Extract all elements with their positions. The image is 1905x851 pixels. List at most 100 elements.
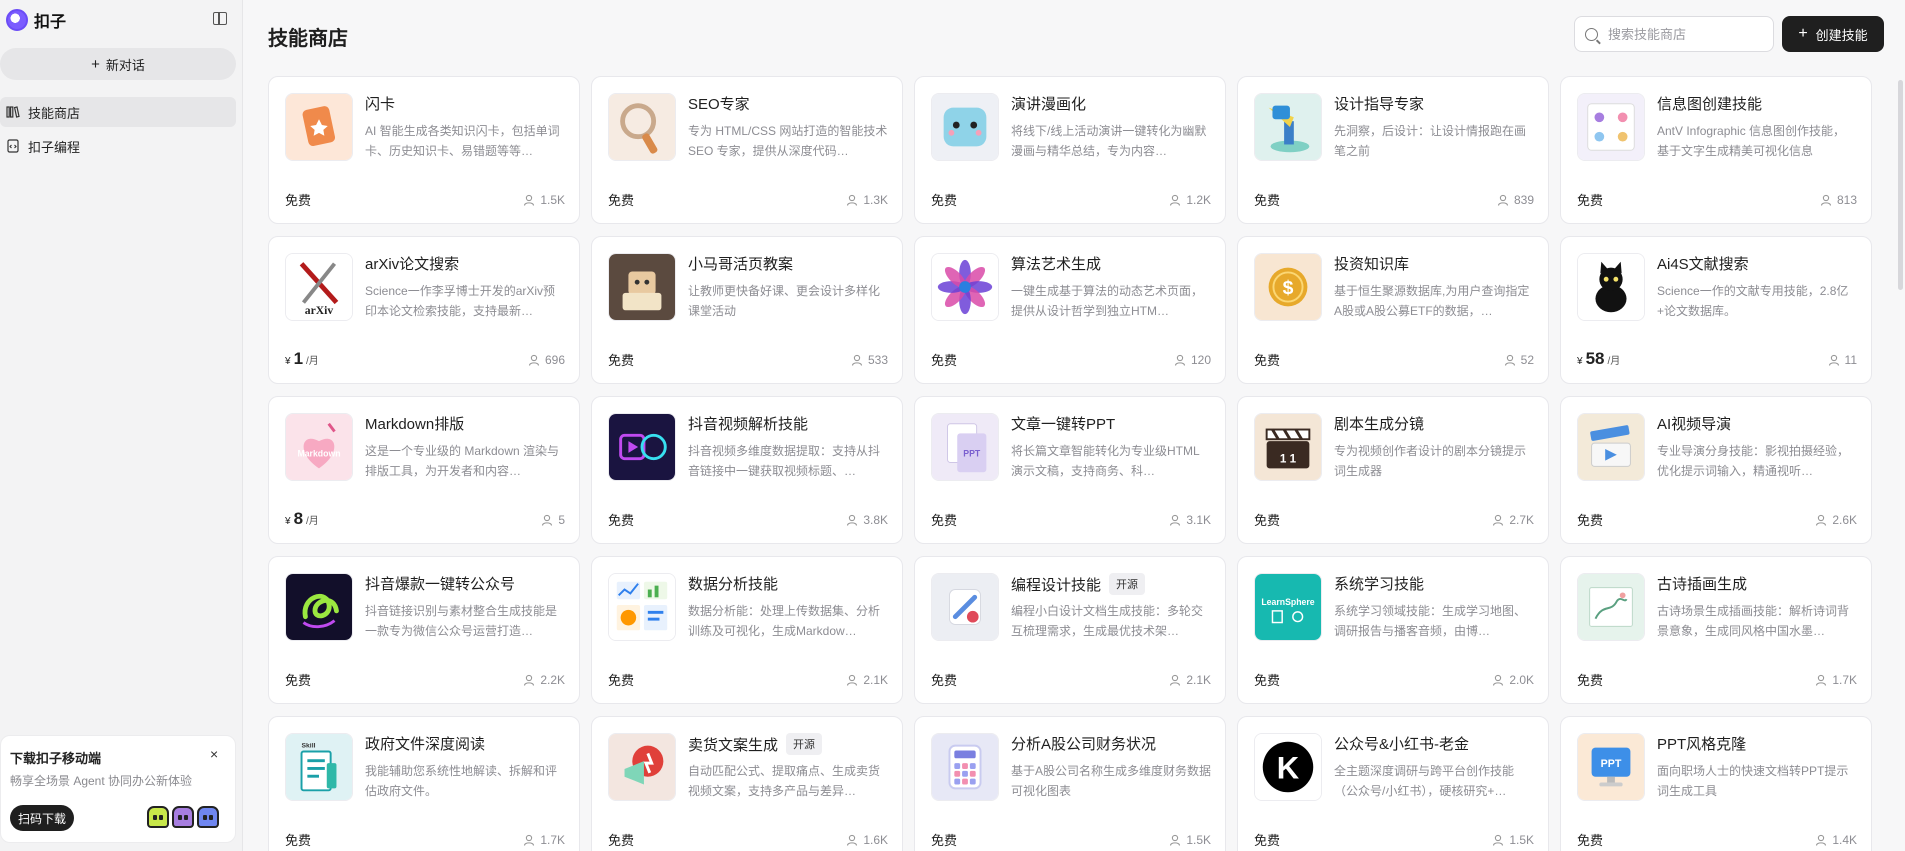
skill-name: arXiv论文搜索 — [365, 256, 460, 273]
sidebar-item-coze-coding[interactable]: 扣子编程 — [0, 131, 236, 161]
skill-card[interactable]: 编程设计技能 开源 编程小白设计文档生成技能：多轮交互梳理需求，生成最优技术架… 免费… — [914, 556, 1226, 704]
skill-card[interactable]: 算法艺术生成 一键生成基于算法的动态艺术页面，提供从设计哲学到独立HTM… 免费 12… — [914, 236, 1226, 384]
skill-user-count: 1.5K — [523, 193, 565, 207]
skill-price: ¥8/月 — [285, 509, 319, 529]
skill-card[interactable]: Ai4S文献搜索 Science一作的文献专用技能，2.8亿+论文数据库。 ¥58/… — [1560, 236, 1872, 384]
skill-price: 免费 — [608, 193, 635, 208]
sidebar-collapse-icon[interactable] — [213, 12, 227, 25]
skill-description: 一键生成基于算法的动态艺术页面，提供从设计哲学到独立HTM… — [1011, 284, 1204, 318]
skill-name-row: 文章一键转PPT — [1011, 413, 1211, 434]
search-box[interactable] — [1574, 16, 1774, 52]
skill-price: 免费 — [1577, 833, 1604, 848]
skill-card[interactable]: K 公众号&小红书-老金 全主题深度调研与跨平台创作技能（公众号/小红书），硬核研究… — [1237, 716, 1549, 851]
skill-name-row: 算法艺术生成 — [1011, 253, 1211, 274]
user-count: 1.7K — [1832, 673, 1857, 687]
scrollbar[interactable] — [1898, 80, 1903, 290]
skill-description: 基于A股公司名称生成多维度财务数据可视化图表 — [1011, 764, 1211, 798]
coze-logo-icon — [6, 9, 28, 31]
svg-text:PPT: PPT — [1601, 758, 1622, 770]
skill-card[interactable]: 1 1 剧本生成分镜 专为视频创作者设计的剧本分镜提示词生成器 免费 2.7K — [1237, 396, 1549, 544]
skill-card[interactable]: 设计指导专家 先洞察，后设计：让设计情报跑在画笔之前 免费 839 — [1237, 76, 1549, 224]
robot-reading-icon — [608, 253, 676, 321]
skill-price: 免费 — [285, 833, 312, 848]
currency-symbol: ¥ — [285, 516, 291, 527]
create-skill-button[interactable]: + 创建技能 — [1782, 16, 1884, 52]
skill-card[interactable]: SEO专家 专为 HTML/CSS 网站打造的智能技术 SEO 专家，提供从深度代… — [591, 76, 903, 224]
close-icon[interactable]: × — [210, 746, 218, 762]
skill-price: 免费 — [1577, 193, 1604, 208]
video-brain-icon — [608, 413, 676, 481]
skill-description: 专为视频创作者设计的剧本分镜提示词生成器 — [1334, 444, 1527, 478]
skill-user-count: 3.1K — [1169, 513, 1211, 527]
skill-user-count: 1.7K — [523, 833, 565, 847]
scan-download-button[interactable]: 扫码下载 — [10, 805, 74, 831]
skill-description: 数据分析能：处理上传数据集、分析训练及可视化，生成Markdow… — [688, 604, 881, 638]
user-count: 2.7K — [1509, 513, 1534, 527]
mandala-icon — [931, 253, 999, 321]
skill-name: 卖货文案生成 — [688, 736, 779, 754]
currency-symbol: ¥ — [285, 356, 291, 367]
skill-card[interactable]: 古诗插画生成 古诗场景生成插画技能：解析诗词背景意象，生成同风格中国水墨… 免费 1.… — [1560, 556, 1872, 704]
user-count: 813 — [1836, 193, 1857, 207]
markdown-icon: Markdown — [285, 413, 353, 481]
skill-name: 设计指导专家 — [1334, 96, 1425, 113]
skill-card[interactable]: 信息图创建技能 AntV Infographic 信息图创作技能，基于文字生成精美… — [1560, 76, 1872, 224]
user-count: 1.6K — [863, 833, 888, 847]
skill-name-row: 投资知识库 — [1334, 253, 1534, 274]
user-icon — [1493, 674, 1504, 686]
user-icon — [524, 194, 535, 206]
skill-name-row: 抖音爆款一键转公众号 — [365, 573, 565, 594]
skill-card[interactable]: 闪卡 AI 智能生成各类知识闪卡，包括单词卡、历史知识卡、易错题等等… 免费 1.5K — [268, 76, 580, 224]
skill-user-count: 2.6K — [1815, 513, 1857, 527]
user-icon — [1816, 514, 1827, 526]
brand[interactable]: 扣子 — [6, 8, 66, 32]
skill-card[interactable]: arXiv arXiv论文搜索 Science一作李孚博士开发的arXiv预印本论文… — [268, 236, 580, 384]
sidebar-item-skill-store[interactable]: 技能商店 — [0, 97, 236, 127]
cartoon-face-icon — [931, 93, 999, 161]
skill-card[interactable]: AI视频导演 专业导演分身技能：影视拍摄经验，优化提示词输入，精通视听… 免费 2.6… — [1560, 396, 1872, 544]
new-chat-button[interactable]: + 新对话 — [0, 48, 236, 80]
search-input[interactable] — [1608, 26, 1758, 42]
skill-card[interactable]: 数据分析技能 数据分析能：处理上传数据集、分析训练及可视化，生成Markdow… 免… — [591, 556, 903, 704]
arxiv-logo-icon: arXiv — [285, 253, 353, 321]
skill-card[interactable]: 抖音视频解析技能 抖音视频多维度数据提取：支持从抖音链接中一键获取视频标题、… 免费… — [591, 396, 903, 544]
skill-name: 算法艺术生成 — [1011, 256, 1102, 273]
skill-card[interactable]: 演讲漫画化 将线下/线上活动演讲一键转化为幽默漫画与精华总结，专为内容… 免费 1.2… — [914, 76, 1226, 224]
skill-card[interactable]: 分析A股公司财务状况 基于A股公司名称生成多维度财务数据可视化图表 免费 1.5K — [914, 716, 1226, 851]
code-icon — [6, 139, 20, 153]
skill-user-count: 2.0K — [1492, 673, 1534, 687]
user-count: 2.1K — [1186, 673, 1211, 687]
brand-name: 扣子 — [34, 14, 67, 31]
skill-description: 系统学习领域技能：生成学习地图、调研报告与播客音频，由博… — [1334, 604, 1527, 638]
skill-card[interactable]: $ 投资知识库 基于恒生聚源数据库,为用户查询指定A股或A股公募ETF的数据，… 免费… — [1237, 236, 1549, 384]
skill-user-count: 839 — [1497, 193, 1534, 207]
user-count: 533 — [867, 353, 888, 367]
skill-card[interactable]: Markdown Markdown排版 这是一个专业级的 Markdown 渲染与排… — [268, 396, 580, 544]
skill-price: 免费 — [1254, 833, 1281, 848]
skill-user-count: 813 — [1820, 193, 1857, 207]
skill-name: 政府文件深度阅读 — [365, 736, 486, 753]
skill-description: 我能辅助您系统性地解读、拆解和评估政府文件。 — [365, 764, 558, 798]
user-count: 2.1K — [863, 673, 888, 687]
user-count: 1.3K — [863, 193, 888, 207]
skill-name: 数据分析技能 — [688, 576, 779, 593]
skill-card[interactable]: 小马哥活页教案 让教师更快备好课、更会设计多样化课堂活动 免费 533 — [591, 236, 903, 384]
user-icon — [524, 674, 535, 686]
skill-card[interactable]: Skill 政府文件深度阅读 我能辅助您系统性地解读、拆解和评估政府文件。 免费 1.7… — [268, 716, 580, 851]
open-source-badge: 开源 — [1109, 573, 1146, 595]
user-count: 696 — [544, 353, 565, 367]
skill-card[interactable]: LearnSphere 系统学习技能 系统学习领域技能：生成学习地图、调研报告与播客… — [1237, 556, 1549, 704]
skill-card[interactable]: PPT 文章一键转PPT 将长篇文章智能转化为专业级HTML演示文稿，支持商务、科…… — [914, 396, 1226, 544]
skill-name: 分析A股公司财务状况 — [1011, 736, 1157, 753]
svg-text:$: $ — [1283, 277, 1294, 299]
skill-price: ¥58/月 — [1577, 349, 1620, 369]
skill-name: 剧本生成分镜 — [1334, 416, 1425, 433]
tools-icon — [931, 573, 999, 641]
user-count: 11 — [1844, 353, 1857, 367]
skill-name-row: 信息图创建技能 — [1657, 93, 1857, 114]
skill-card[interactable]: 卖货文案生成 开源 自动匹配公式、提取痛点、生成卖货视频文案，支持多产品与差异… 免费… — [591, 716, 903, 851]
user-icon — [1828, 354, 1839, 366]
skill-card[interactable]: 抖音爆款一键转公众号 抖音链接识别与素材整合生成技能是一款专为微信公众号运营打造…… — [268, 556, 580, 704]
skill-card[interactable]: PPT PPT风格克隆 面向职场人士的快速文档转PPT提示词生成工具 免费 1.4K — [1560, 716, 1872, 851]
skill-name: 抖音爆款一键转公众号 — [365, 576, 516, 593]
